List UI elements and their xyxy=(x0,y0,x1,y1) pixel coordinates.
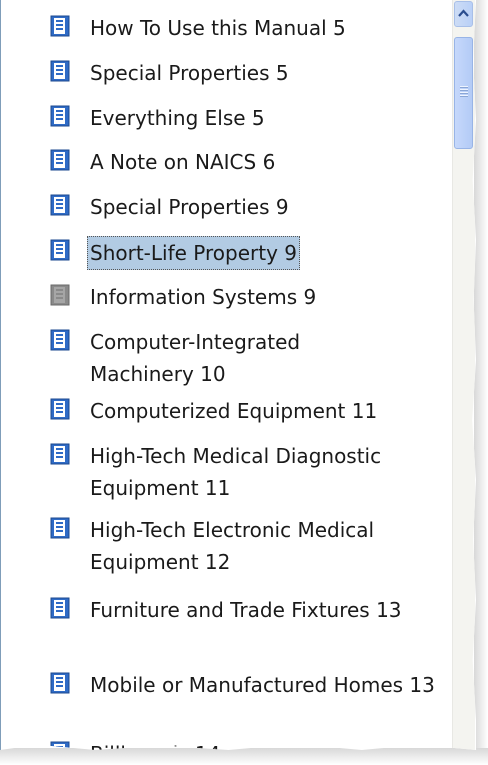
bookmark-icon xyxy=(50,597,70,619)
bookmark-label: Everything Else 5 xyxy=(90,106,265,130)
bookmark-label: High-Tech Medical Diagnostic Equipment 1… xyxy=(90,444,382,500)
bookmark-icon xyxy=(50,443,70,465)
window-shadow-right xyxy=(474,0,488,765)
thumb-grip xyxy=(460,95,468,96)
bookmark-icon xyxy=(50,194,70,216)
bookmark-icon xyxy=(50,60,70,82)
bookmark-label: Computer-Integrated Machinery 10 xyxy=(90,330,301,386)
scroll-thumb[interactable] xyxy=(454,37,473,149)
bookmark-label: Information Systems 9 xyxy=(90,285,317,309)
bookmarks-panel: How To Use this Manual 5 Special Propert… xyxy=(0,0,476,750)
bookmark-label: Special Properties 9 xyxy=(90,195,289,219)
bookmark-label: Mobile or Manufactured Homes 13 xyxy=(90,673,435,697)
vertical-scrollbar[interactable] xyxy=(452,0,475,750)
bookmark-label: Furniture and Trade Fixtures 13 xyxy=(90,598,402,622)
bookmark-icon xyxy=(50,329,70,351)
bookmark-icon xyxy=(50,398,70,420)
bookmark-icon xyxy=(50,284,70,306)
chevron-up-icon xyxy=(458,9,469,17)
bookmark-icon xyxy=(50,15,70,37)
thumb-grip xyxy=(460,92,468,93)
bookmark-label: Computerized Equipment 11 xyxy=(90,399,378,423)
bookmark-label: A Note on NAICS 6 xyxy=(90,150,276,174)
bookmark-icon xyxy=(50,239,70,261)
window-shadow-bottom xyxy=(0,748,488,765)
bookmark-label: How To Use this Manual 5 xyxy=(90,16,346,40)
scroll-up-button[interactable] xyxy=(454,1,473,27)
bookmark-label: High-Tech Electronic Medical Equipment 1… xyxy=(90,518,375,574)
bookmark-icon xyxy=(50,517,70,539)
bookmark-label: Special Properties 5 xyxy=(90,61,289,85)
thumb-grip xyxy=(460,86,468,87)
thumb-grip xyxy=(460,89,468,90)
bookmark-icon xyxy=(50,105,70,127)
bookmark-icon xyxy=(50,149,70,171)
bookmark-icon xyxy=(50,672,70,694)
bookmark-list: How To Use this Manual 5 Special Propert… xyxy=(0,0,452,750)
bookmark-label: Short-Life Property 9 xyxy=(87,236,301,270)
